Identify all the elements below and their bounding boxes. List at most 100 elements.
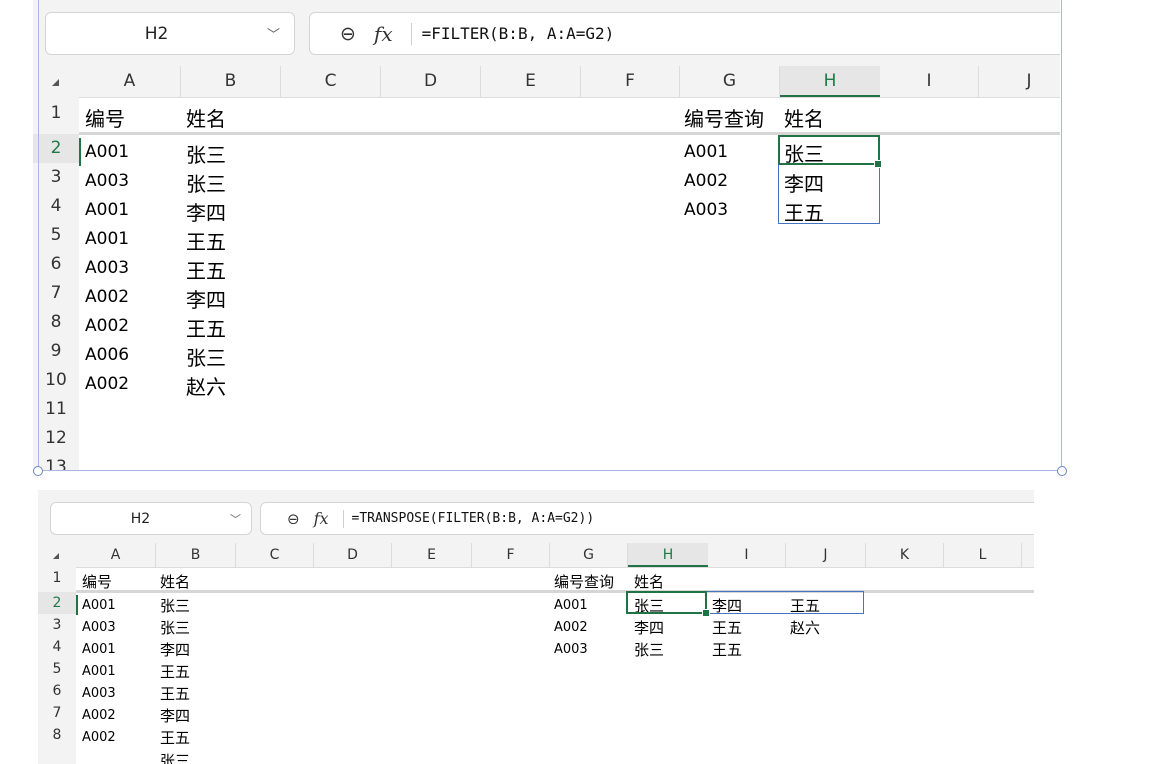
fx-icon[interactable]: fx: [374, 22, 393, 46]
cell-a6[interactable]: A003: [85, 258, 129, 278]
cell-h1[interactable]: 姓名: [634, 571, 664, 592]
cell-b3[interactable]: 张三: [160, 617, 190, 638]
resize-handle-bottom-left[interactable]: [33, 466, 43, 476]
column-header[interactable]: E: [481, 66, 581, 97]
column-header[interactable]: B: [181, 66, 281, 97]
row-header[interactable]: 8: [38, 724, 76, 746]
column-header[interactable]: F: [472, 543, 550, 567]
cell-a3[interactable]: A003: [82, 620, 116, 635]
cell-b6[interactable]: 王五: [186, 255, 226, 284]
row-header[interactable]: 3: [33, 163, 79, 192]
cell-b7[interactable]: 李四: [160, 705, 190, 726]
cell-a9[interactable]: A006: [85, 345, 129, 365]
bottom-name-box[interactable]: H2 ﹀: [50, 502, 252, 535]
column-header[interactable]: C: [281, 66, 381, 97]
column-header[interactable]: G: [550, 543, 628, 567]
row-header[interactable]: 7: [33, 279, 79, 308]
fill-handle[interactable]: [702, 609, 710, 617]
cell-b1[interactable]: 姓名: [160, 571, 190, 592]
cell-a6[interactable]: A003: [82, 686, 116, 701]
cell-g1[interactable]: 编号查询: [684, 103, 764, 132]
cell-g4[interactable]: A003: [684, 200, 728, 220]
row-header[interactable]: 5: [33, 221, 79, 250]
cell-g2[interactable]: A001: [554, 598, 588, 613]
row-header[interactable]: 11: [33, 395, 79, 424]
fill-handle[interactable]: [874, 160, 882, 168]
cell-a1[interactable]: 编号: [82, 571, 112, 592]
column-header[interactable]: I: [880, 66, 979, 97]
column-header[interactable]: L: [944, 543, 1022, 567]
cell-a4[interactable]: A001: [82, 642, 116, 657]
top-formula-input[interactable]: ⊖ fx =FILTER(B:B, A:A=G2): [309, 12, 1060, 55]
row-header[interactable]: 5: [38, 658, 76, 680]
row-header[interactable]: 4: [33, 192, 79, 221]
cell-b9[interactable]: 张三: [186, 342, 226, 371]
zoom-out-icon[interactable]: ⊖: [287, 510, 300, 528]
row-header[interactable]: 10: [33, 366, 79, 395]
cell-a3[interactable]: A003: [85, 171, 129, 191]
cell-a8[interactable]: A002: [82, 730, 116, 745]
top-name-box[interactable]: H2 ﹀: [45, 12, 295, 55]
cell-a7[interactable]: A002: [85, 287, 129, 307]
column-header[interactable]: F: [581, 66, 680, 97]
cell-b7[interactable]: 李四: [186, 284, 226, 313]
row-header[interactable]: 8: [33, 308, 79, 337]
cell-g3[interactable]: A002: [554, 620, 588, 635]
cell-b2[interactable]: 张三: [186, 139, 226, 168]
column-header[interactable]: A: [76, 543, 156, 567]
cell-b8[interactable]: 王五: [160, 727, 190, 748]
column-header[interactable]: I: [708, 543, 786, 567]
cell-g4[interactable]: A003: [554, 642, 588, 657]
cell-a7[interactable]: A002: [82, 708, 116, 723]
row-header[interactable]: 3: [38, 614, 76, 636]
fx-icon[interactable]: fx: [314, 509, 329, 528]
cell-b9[interactable]: 张三: [160, 750, 190, 764]
row-header[interactable]: 7: [38, 702, 76, 724]
cell-b10[interactable]: 赵六: [186, 371, 226, 400]
row-header[interactable]: 4: [38, 636, 76, 658]
chevron-down-icon[interactable]: ﹀: [267, 24, 280, 43]
cell-a8[interactable]: A002: [85, 316, 129, 336]
row-header[interactable]: 1: [33, 97, 79, 129]
cell-g2[interactable]: A001: [684, 142, 728, 162]
cell-a5[interactable]: A001: [85, 229, 129, 249]
cell-a10[interactable]: A002: [85, 374, 129, 394]
column-header[interactable]: J: [786, 543, 866, 567]
column-header[interactable]: G: [680, 66, 780, 97]
cell-a4[interactable]: A001: [85, 200, 129, 220]
column-header[interactable]: D: [314, 543, 392, 567]
row-header[interactable]: 1: [38, 567, 76, 590]
row-header[interactable]: 12: [33, 424, 79, 453]
cell-g3[interactable]: A002: [684, 171, 728, 191]
column-header[interactable]: J: [979, 66, 1060, 97]
column-header[interactable]: D: [381, 66, 481, 97]
cell-b2[interactable]: 张三: [160, 595, 190, 616]
cell-b8[interactable]: 王五: [186, 313, 226, 342]
select-all-icon[interactable]: [33, 66, 79, 97]
cell-a5[interactable]: A001: [82, 664, 116, 679]
row-header-selected[interactable]: 2: [33, 134, 79, 163]
cell-b5[interactable]: 王五: [160, 661, 190, 682]
column-header[interactable]: B: [156, 543, 236, 567]
column-header[interactable]: C: [236, 543, 314, 567]
cell-b3[interactable]: 张三: [186, 168, 226, 197]
column-header[interactable]: E: [392, 543, 472, 567]
cell-b4[interactable]: 李四: [160, 639, 190, 660]
column-header[interactable]: M: [1022, 543, 1034, 567]
cell-i3[interactable]: 王五: [712, 617, 742, 638]
cell-b1[interactable]: 姓名: [186, 103, 226, 132]
column-header[interactable]: A: [79, 66, 181, 97]
row-header[interactable]: 6: [38, 680, 76, 702]
row-header[interactable]: 9: [33, 337, 79, 366]
column-header-selected[interactable]: H: [780, 66, 880, 97]
chevron-down-icon[interactable]: ﹀: [230, 511, 241, 527]
column-header-selected[interactable]: H: [628, 543, 708, 567]
cell-a1[interactable]: 编号: [85, 103, 125, 132]
cell-b4[interactable]: 李四: [186, 197, 226, 226]
zoom-out-icon[interactable]: ⊖: [340, 23, 356, 45]
cell-g1[interactable]: 编号查询: [554, 571, 614, 592]
cell-b6[interactable]: 王五: [160, 683, 190, 704]
cell-h4[interactable]: 张三: [634, 639, 664, 660]
bottom-formula-input[interactable]: ⊖ fx =TRANSPOSE(FILTER(B:B, A:A=G2)): [260, 502, 1034, 535]
cell-h1[interactable]: 姓名: [784, 103, 824, 132]
